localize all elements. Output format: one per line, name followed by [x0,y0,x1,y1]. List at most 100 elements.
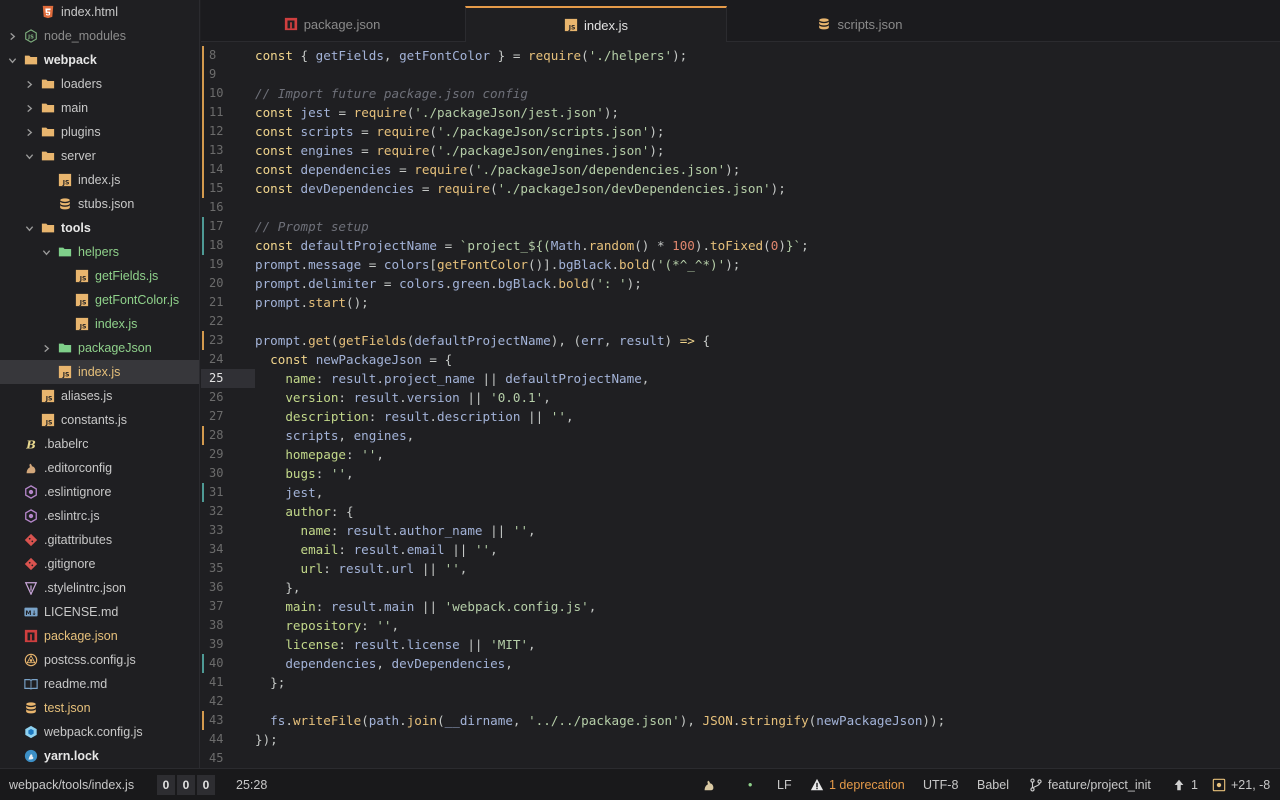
git-modified-marker [202,46,204,65]
chevron-down-icon[interactable] [40,246,52,258]
code-line[interactable]: 16 [201,198,1280,217]
tree-item[interactable]: JS index.js [0,168,199,192]
tree-item[interactable]: JS getFields.js [0,264,199,288]
tree-item[interactable]: postcss.config.js [0,648,199,672]
code-line[interactable]: 41 }; [201,673,1280,692]
code-line[interactable]: 43 fs.writeFile(path.join(__dirname, '..… [201,711,1280,730]
tree-item[interactable]: index.html [0,0,199,24]
line-ending[interactable]: LF [777,769,792,800]
code-line[interactable]: 18 const defaultProjectName = `project_${… [201,236,1280,255]
tree-item[interactable]: yarn.lock [0,744,199,768]
git-branch[interactable]: feature/project_init [1029,769,1151,800]
code-line[interactable]: 9 [201,65,1280,84]
code-line[interactable]: 28 scripts, engines, [201,426,1280,445]
code-line[interactable]: 36 }, [201,578,1280,597]
code-line[interactable]: 35 url: result.url || '', [201,559,1280,578]
tree-item[interactable]: main [0,96,199,120]
status-file-path[interactable]: webpack/tools/index.js [9,769,134,800]
tree-item[interactable]: JS constants.js [0,408,199,432]
tree-item[interactable]: stubs.json [0,192,199,216]
cursor-position[interactable]: 25:28 [236,769,267,800]
tree-item[interactable]: loaders [0,72,199,96]
code-line[interactable]: 39 license: result.license || 'MIT', [201,635,1280,654]
tree-item[interactable]: tools [0,216,199,240]
code-line[interactable]: 13 const engines = require('./packageJson… [201,141,1280,160]
tree-item[interactable]: JS index.js [0,360,199,384]
tree-item[interactable]: M↓ LICENSE.md [0,600,199,624]
code-token: . [581,238,589,253]
tab-scripts-json[interactable]: scripts.json [729,6,991,42]
tree-item[interactable]: .gitignore [0,552,199,576]
tree-item[interactable]: server [0,144,199,168]
tree-item[interactable]: B .babelrc [0,432,199,456]
deprecation-indicator[interactable]: 1 deprecation [810,769,905,800]
code-line[interactable]: 27 description: result.description || ''… [201,407,1280,426]
git-diff-stats[interactable]: +21, -8 [1212,769,1270,800]
tree-item[interactable]: JS index.js [0,312,199,336]
code-line[interactable]: 11 const jest = require('./packageJson/je… [201,103,1280,122]
tree-item[interactable]: helpers [0,240,199,264]
code-text: prompt.start(); [255,293,369,312]
code-line[interactable]: 20 prompt.delimiter = colors.green.bgBlac… [201,274,1280,293]
tree-item[interactable]: packageJson [0,336,199,360]
tab-package-json[interactable]: package.json [201,6,463,42]
chevron-down-icon[interactable] [23,150,35,162]
code-line[interactable]: 42 [201,692,1280,711]
code-line[interactable]: 32 author: { [201,502,1280,521]
code-line[interactable]: 17 // Prompt setup [201,217,1280,236]
tree-item[interactable]: webpack [0,48,199,72]
code-line[interactable]: 15 const devDependencies = require('./pac… [201,179,1280,198]
code-line[interactable]: 26 version: result.version || '0.0.1', [201,388,1280,407]
code-line[interactable]: 29 homepage: '', [201,445,1280,464]
tree-item[interactable]: .eslintrc.js [0,504,199,528]
squirrel-icon[interactable] [702,769,721,800]
tree-item[interactable]: plugins [0,120,199,144]
tab-index-js[interactable]: JS index.js [465,6,727,42]
grammar-selector[interactable]: Babel [977,769,1009,800]
git-push-count[interactable]: 1 [1172,769,1198,800]
code-line[interactable]: 23 prompt.get(getFields(defaultProjectNam… [201,331,1280,350]
code-line[interactable]: 12 const scripts = require('./packageJson… [201,122,1280,141]
code-line[interactable]: 37 main: result.main || 'webpack.config.… [201,597,1280,616]
linter-counts[interactable]: 0 0 0 [157,769,215,800]
chevron-right-icon[interactable] [6,30,18,42]
chevron-down-icon[interactable] [6,54,18,66]
code-line[interactable]: 45 [201,749,1280,768]
tree-item[interactable]: readme.md [0,672,199,696]
code-line[interactable]: 8 const { getFields, getFontColor } = req… [201,46,1280,65]
code-line[interactable]: 14 const dependencies = require('./packag… [201,160,1280,179]
code-line[interactable]: 10 // Import future package.json config [201,84,1280,103]
code-line[interactable]: 33 name: result.author_name || '', [201,521,1280,540]
code-line[interactable]: 34 email: result.email || '', [201,540,1280,559]
code-line[interactable]: 19 prompt.message = colors[getFontColor()… [201,255,1280,274]
chevron-right-icon[interactable] [40,342,52,354]
tree-item[interactable]: .gitattributes [0,528,199,552]
tree-item[interactable]: .editorconfig [0,456,199,480]
line-number: 8 [209,48,217,62]
tree-item[interactable]: .eslintignore [0,480,199,504]
code-line[interactable]: 38 repository: '', [201,616,1280,635]
chevron-right-icon[interactable] [23,126,35,138]
code-line[interactable]: 21 prompt.start(); [201,293,1280,312]
line-number: 26 [209,390,224,404]
code-line[interactable]: 40 dependencies, devDependencies, [201,654,1280,673]
chevron-right-icon[interactable] [23,102,35,114]
tree-item[interactable]: JS aliases.js [0,384,199,408]
code-line[interactable]: 31 jest, [201,483,1280,502]
chevron-down-icon[interactable] [23,222,35,234]
webpack-icon [24,725,38,739]
tree-item[interactable]: test.json [0,696,199,720]
code-line[interactable]: 44}); [201,730,1280,749]
code-editor[interactable]: 8 const { getFields, getFontColor } = req… [201,42,1280,768]
code-line[interactable]: 24 const newPackageJson = { [201,350,1280,369]
encoding[interactable]: UTF-8 [923,769,958,800]
code-line[interactable]: 30 bugs: '', [201,464,1280,483]
chevron-right-icon[interactable] [23,78,35,90]
tree-item[interactable]: JS getFontColor.js [0,288,199,312]
tree-item[interactable]: package.json [0,624,199,648]
code-line[interactable]: 22 [201,312,1280,331]
tree-item[interactable]: .stylelintrc.json [0,576,199,600]
tree-item[interactable]: JS node_modules [0,24,199,48]
tree-item[interactable]: webpack.config.js [0,720,199,744]
code-line[interactable]: 25 name: result.project_name || defaultP… [201,369,1280,388]
